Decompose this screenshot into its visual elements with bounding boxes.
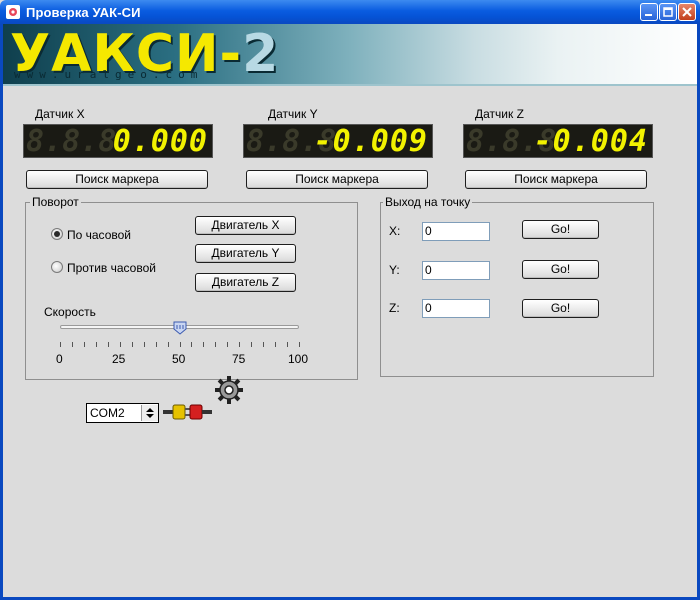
sensor-x-label: Датчик X xyxy=(35,107,85,121)
goto-x-label: X: xyxy=(389,224,401,238)
banner-url: www.uralgeo.com xyxy=(14,68,204,81)
close-button[interactable] xyxy=(678,3,696,21)
goto-y-input[interactable]: 0 xyxy=(422,261,490,280)
speed-tick-mark xyxy=(180,342,181,347)
spin-arrows-icon xyxy=(146,408,154,418)
speed-tick-mark xyxy=(96,342,97,347)
sensor-x-value: 0.000 xyxy=(112,124,208,158)
goto-y-label: Y: xyxy=(389,263,400,277)
goto-group-title: Выход на точку xyxy=(383,195,473,209)
speed-tick-mark xyxy=(72,342,73,347)
goto-x-input[interactable]: 0 xyxy=(422,222,490,241)
speed-tick-mark xyxy=(299,342,300,347)
sensor-y-display: 8.8.8 -0.009 xyxy=(243,124,433,158)
goto-z-label: Z: xyxy=(389,301,400,315)
minimize-button[interactable] xyxy=(640,3,658,21)
speed-tick-75: 75 xyxy=(232,352,246,366)
sensor-x-display: 8.8.8 0.000 xyxy=(23,124,213,158)
speed-tick-mark xyxy=(191,342,192,347)
com-port-select[interactable]: COM2 xyxy=(86,403,159,423)
speed-tick-mark xyxy=(227,342,228,347)
radio-clockwise-label: По часовой xyxy=(67,228,131,242)
motor-y-button[interactable]: Двигатель Y xyxy=(195,244,296,263)
sensor-x-ghost-digits: 8.8.8 xyxy=(26,124,117,158)
gear-icon[interactable] xyxy=(214,375,244,405)
com-port-value: COM2 xyxy=(90,406,125,420)
speed-label: Скорость xyxy=(44,305,96,319)
motor-z-button[interactable]: Двигатель Z xyxy=(195,273,296,292)
speed-tick-0: 0 xyxy=(56,352,63,366)
radio-counterclockwise[interactable] xyxy=(51,261,63,273)
speed-tick-mark xyxy=(263,342,264,347)
maximize-button[interactable] xyxy=(659,3,677,21)
radio-clockwise[interactable] xyxy=(51,228,63,240)
sensor-z-value: -0.004 xyxy=(533,124,648,158)
window-title: Проверка УАК-СИ xyxy=(26,5,141,20)
speed-tick-mark xyxy=(144,342,145,347)
speed-tick-mark xyxy=(84,342,85,347)
speed-tick-mark xyxy=(251,342,252,347)
speed-tick-mark xyxy=(203,342,204,347)
speed-tick-100: 100 xyxy=(288,352,309,366)
speed-tick-mark xyxy=(287,342,288,347)
sensor-y-label: Датчик Y xyxy=(268,107,318,121)
banner-logo-number: 2 xyxy=(242,24,280,84)
sensor-y-find-marker-button[interactable]: Поиск маркера xyxy=(246,170,428,189)
goto-x-go-button[interactable]: Go! xyxy=(522,220,599,239)
combo-arrows[interactable] xyxy=(141,405,158,421)
app-icon xyxy=(6,5,20,19)
close-icon xyxy=(682,7,692,17)
minimize-icon xyxy=(645,14,652,16)
motor-x-button[interactable]: Двигатель X xyxy=(195,216,296,235)
maximize-icon xyxy=(663,7,673,17)
banner-divider xyxy=(3,84,697,86)
plug-icon[interactable] xyxy=(163,400,213,424)
speed-tick-mark xyxy=(120,342,121,347)
speed-tick-mark xyxy=(108,342,109,347)
sensor-z-label: Датчик Z xyxy=(475,107,524,121)
speed-tick-mark xyxy=(156,342,157,347)
sensor-y-value: -0.009 xyxy=(313,124,428,158)
speed-tick-mark xyxy=(215,342,216,347)
speed-tick-25: 25 xyxy=(112,352,126,366)
goto-y-go-button[interactable]: Go! xyxy=(522,260,599,279)
speed-tick-50: 50 xyxy=(172,352,186,366)
goto-z-input[interactable]: 0 xyxy=(422,299,490,318)
speed-slider-thumb[interactable] xyxy=(173,321,187,335)
speed-tick-mark xyxy=(168,342,169,347)
radio-counterclockwise-label: Против часовой xyxy=(67,261,156,275)
speed-tick-mark xyxy=(132,342,133,347)
sensor-z-find-marker-button[interactable]: Поиск маркера xyxy=(465,170,647,189)
speed-tick-mark xyxy=(60,342,61,347)
speed-tick-mark xyxy=(275,342,276,347)
sensor-x-find-marker-button[interactable]: Поиск маркера xyxy=(26,170,208,189)
speed-tick-mark xyxy=(239,342,240,347)
sensor-z-display: 8.8.8 -0.004 xyxy=(463,124,653,158)
rotation-group-title: Поворот xyxy=(30,195,81,209)
goto-z-go-button[interactable]: Go! xyxy=(522,299,599,318)
window-frame-left xyxy=(0,24,3,600)
